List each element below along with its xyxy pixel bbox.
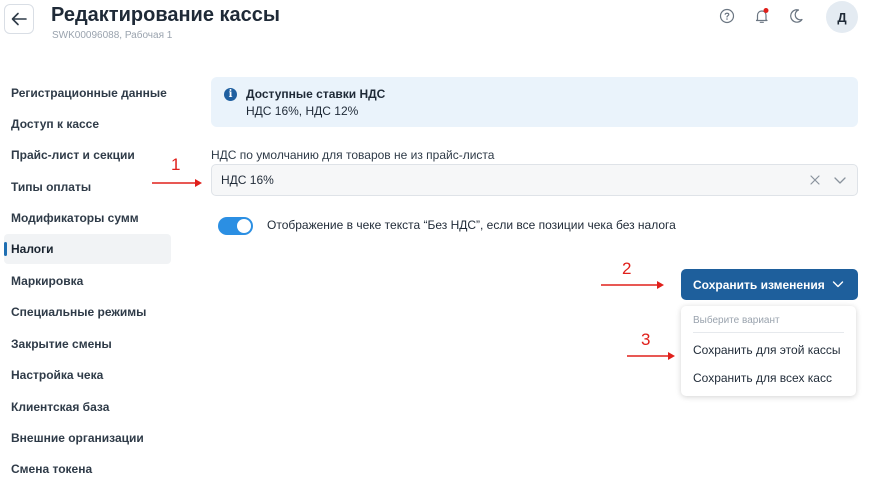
save-options-menu: Выберите вариант Сохранить для этой касс… bbox=[681, 306, 856, 396]
sidebar-item-marking[interactable]: Маркировка bbox=[4, 266, 171, 296]
default-vat-label: НДС по умолчанию для товаров не из прайс… bbox=[211, 148, 495, 162]
page-title: Редактирование кассы bbox=[51, 4, 280, 26]
save-changes-button[interactable]: Сохранить изменения bbox=[681, 269, 858, 300]
default-vat-value: НДС 16% bbox=[221, 173, 274, 187]
sidebar-item-payment-types[interactable]: Типы оплаты bbox=[4, 172, 171, 202]
clear-icon[interactable] bbox=[809, 174, 821, 186]
save-all-registers-item[interactable]: Сохранить для всех касс bbox=[693, 371, 832, 385]
menu-header: Выберите вариант bbox=[693, 315, 780, 326]
annotation-number-3: 3 bbox=[641, 330, 651, 349]
avatar[interactable]: Д bbox=[826, 1, 858, 33]
moon-icon bbox=[790, 9, 803, 23]
sidebar-item-pricelist[interactable]: Прайс-лист и секции bbox=[4, 140, 171, 170]
annotation-arrow-3-icon bbox=[627, 352, 675, 360]
sidebar-item-access[interactable]: Доступ к кассе bbox=[4, 109, 171, 139]
no-vat-text-label: Отображение в чеке текста “Без НДС”, есл… bbox=[267, 218, 676, 232]
sidebar-item-client-base[interactable]: Клиентская база bbox=[4, 392, 171, 422]
sidebar-item-taxes[interactable]: Налоги bbox=[4, 234, 171, 264]
info-icon: i bbox=[224, 88, 237, 101]
sidebar-item-shift-close[interactable]: Закрытие смены bbox=[4, 329, 171, 359]
sidebar-item-special-modes[interactable]: Специальные режимы bbox=[4, 297, 171, 327]
theme-toggle-button[interactable] bbox=[786, 6, 806, 26]
page-subtitle: SWK00096088, Рабочая 1 bbox=[52, 30, 173, 41]
annotation-number-1: 1 bbox=[171, 155, 181, 174]
default-vat-select[interactable]: НДС 16% bbox=[211, 164, 858, 196]
back-button[interactable] bbox=[4, 4, 34, 34]
sidebar-item-external-orgs[interactable]: Внешние организации bbox=[4, 423, 171, 453]
sidebar-item-registration[interactable]: Регистрационные данные bbox=[4, 78, 171, 108]
back-arrow-icon bbox=[11, 12, 27, 26]
chevron-down-icon[interactable] bbox=[833, 174, 847, 186]
sidebar-item-receipt-settings[interactable]: Настройка чека bbox=[4, 360, 171, 390]
help-button[interactable] bbox=[717, 6, 737, 26]
sidebar-item-token-change[interactable]: Смена токена bbox=[4, 454, 171, 484]
menu-divider bbox=[693, 332, 844, 333]
info-title: Доступные ставки НДС bbox=[246, 87, 386, 101]
no-vat-text-toggle[interactable] bbox=[218, 217, 253, 235]
sidebar-item-modifiers[interactable]: Модификаторы сумм bbox=[4, 203, 171, 233]
toggle-knob bbox=[237, 219, 251, 233]
chevron-down-icon bbox=[832, 281, 844, 288]
annotation-arrow-2-icon bbox=[601, 281, 664, 289]
info-text: НДС 16%, НДС 12% bbox=[246, 104, 359, 118]
help-icon bbox=[719, 8, 735, 24]
save-this-register-item[interactable]: Сохранить для этой кассы bbox=[693, 343, 841, 357]
annotation-number-2: 2 bbox=[622, 259, 632, 278]
annotation-arrow-1-icon bbox=[152, 179, 202, 187]
bell-icon bbox=[755, 8, 769, 23]
notifications-button[interactable] bbox=[752, 6, 772, 26]
vat-info-box: i Доступные ставки НДС НДС 16%, НДС 12% bbox=[211, 77, 858, 127]
save-changes-label: Сохранить изменения bbox=[693, 277, 825, 292]
